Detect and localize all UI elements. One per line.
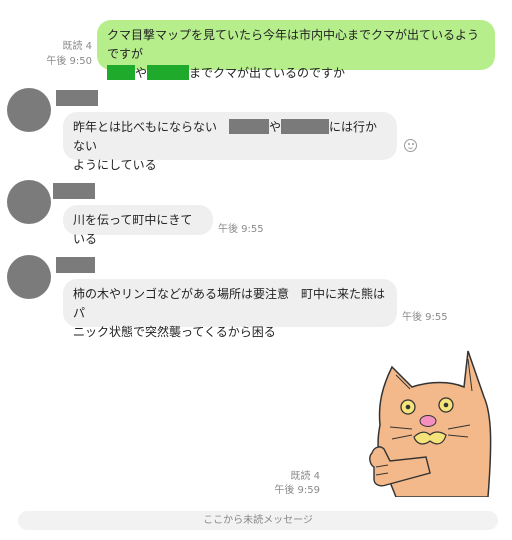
timestamp: 午後 9:55 bbox=[402, 312, 448, 323]
message-text-line: クマ目撃マップを見ていたら今年は市内中心までクマが出ているようですが bbox=[107, 28, 480, 61]
emoji-reaction-icon[interactable] bbox=[404, 139, 417, 152]
read-receipt: 既読 4 bbox=[62, 41, 92, 52]
message-text-fragment: や bbox=[135, 66, 148, 80]
message-text-line: 柿の木やリンゴなどがある場所は要注意 町中に来た熊はパ bbox=[73, 287, 386, 320]
orange-cat-thumbs-up-icon bbox=[369, 350, 492, 498]
sender-name-redacted bbox=[56, 257, 95, 273]
cat-sticker-image[interactable] bbox=[360, 345, 492, 498]
message-text-line: や までクマが出ているのですか bbox=[107, 64, 485, 83]
redacted-text bbox=[107, 65, 135, 80]
sender-name-redacted bbox=[56, 90, 98, 106]
read-receipt: 既読 4 bbox=[290, 471, 320, 482]
redacted-text bbox=[147, 65, 190, 80]
message-text-fragment: や bbox=[269, 120, 282, 134]
timestamp: 午後 9:59 bbox=[274, 485, 320, 496]
redacted-text bbox=[229, 119, 270, 134]
message-text-line: ニック状態で突然襲ってくるから困る bbox=[73, 325, 276, 339]
redacted-text bbox=[281, 119, 330, 134]
avatar[interactable] bbox=[7, 180, 51, 224]
message-text-fragment: までクマが出ているのですか bbox=[189, 66, 346, 80]
avatar[interactable] bbox=[7, 88, 51, 132]
message-text-line: ようにしている bbox=[73, 158, 157, 172]
timestamp: 午後 9:50 bbox=[46, 56, 92, 67]
message-text-line: 昨年とは比べもにならないやには行かない bbox=[73, 118, 387, 156]
message-bubble-outgoing[interactable]: クマ目撃マップを見ていたら今年は市内中心までクマが出ているようですが や までクマ… bbox=[97, 20, 495, 80]
message-bubble-incoming[interactable]: 柿の木やリンゴなどがある場所は要注意 町中に来た熊はパ ニック状態で突然襲ってく… bbox=[63, 279, 397, 339]
message-bubble-incoming[interactable]: 昨年とは比べもにならないやには行かない ようにしている bbox=[63, 112, 397, 172]
sender-name-redacted bbox=[53, 183, 95, 199]
unread-messages-divider: ここから未読メッセージ bbox=[18, 511, 498, 530]
message-text-fragment: 昨年とは比べもにならない bbox=[73, 120, 218, 134]
avatar[interactable] bbox=[7, 255, 51, 299]
message-bubble-incoming[interactable]: 川を伝って町中にきている bbox=[63, 205, 213, 246]
timestamp: 午後 9:55 bbox=[218, 224, 264, 235]
